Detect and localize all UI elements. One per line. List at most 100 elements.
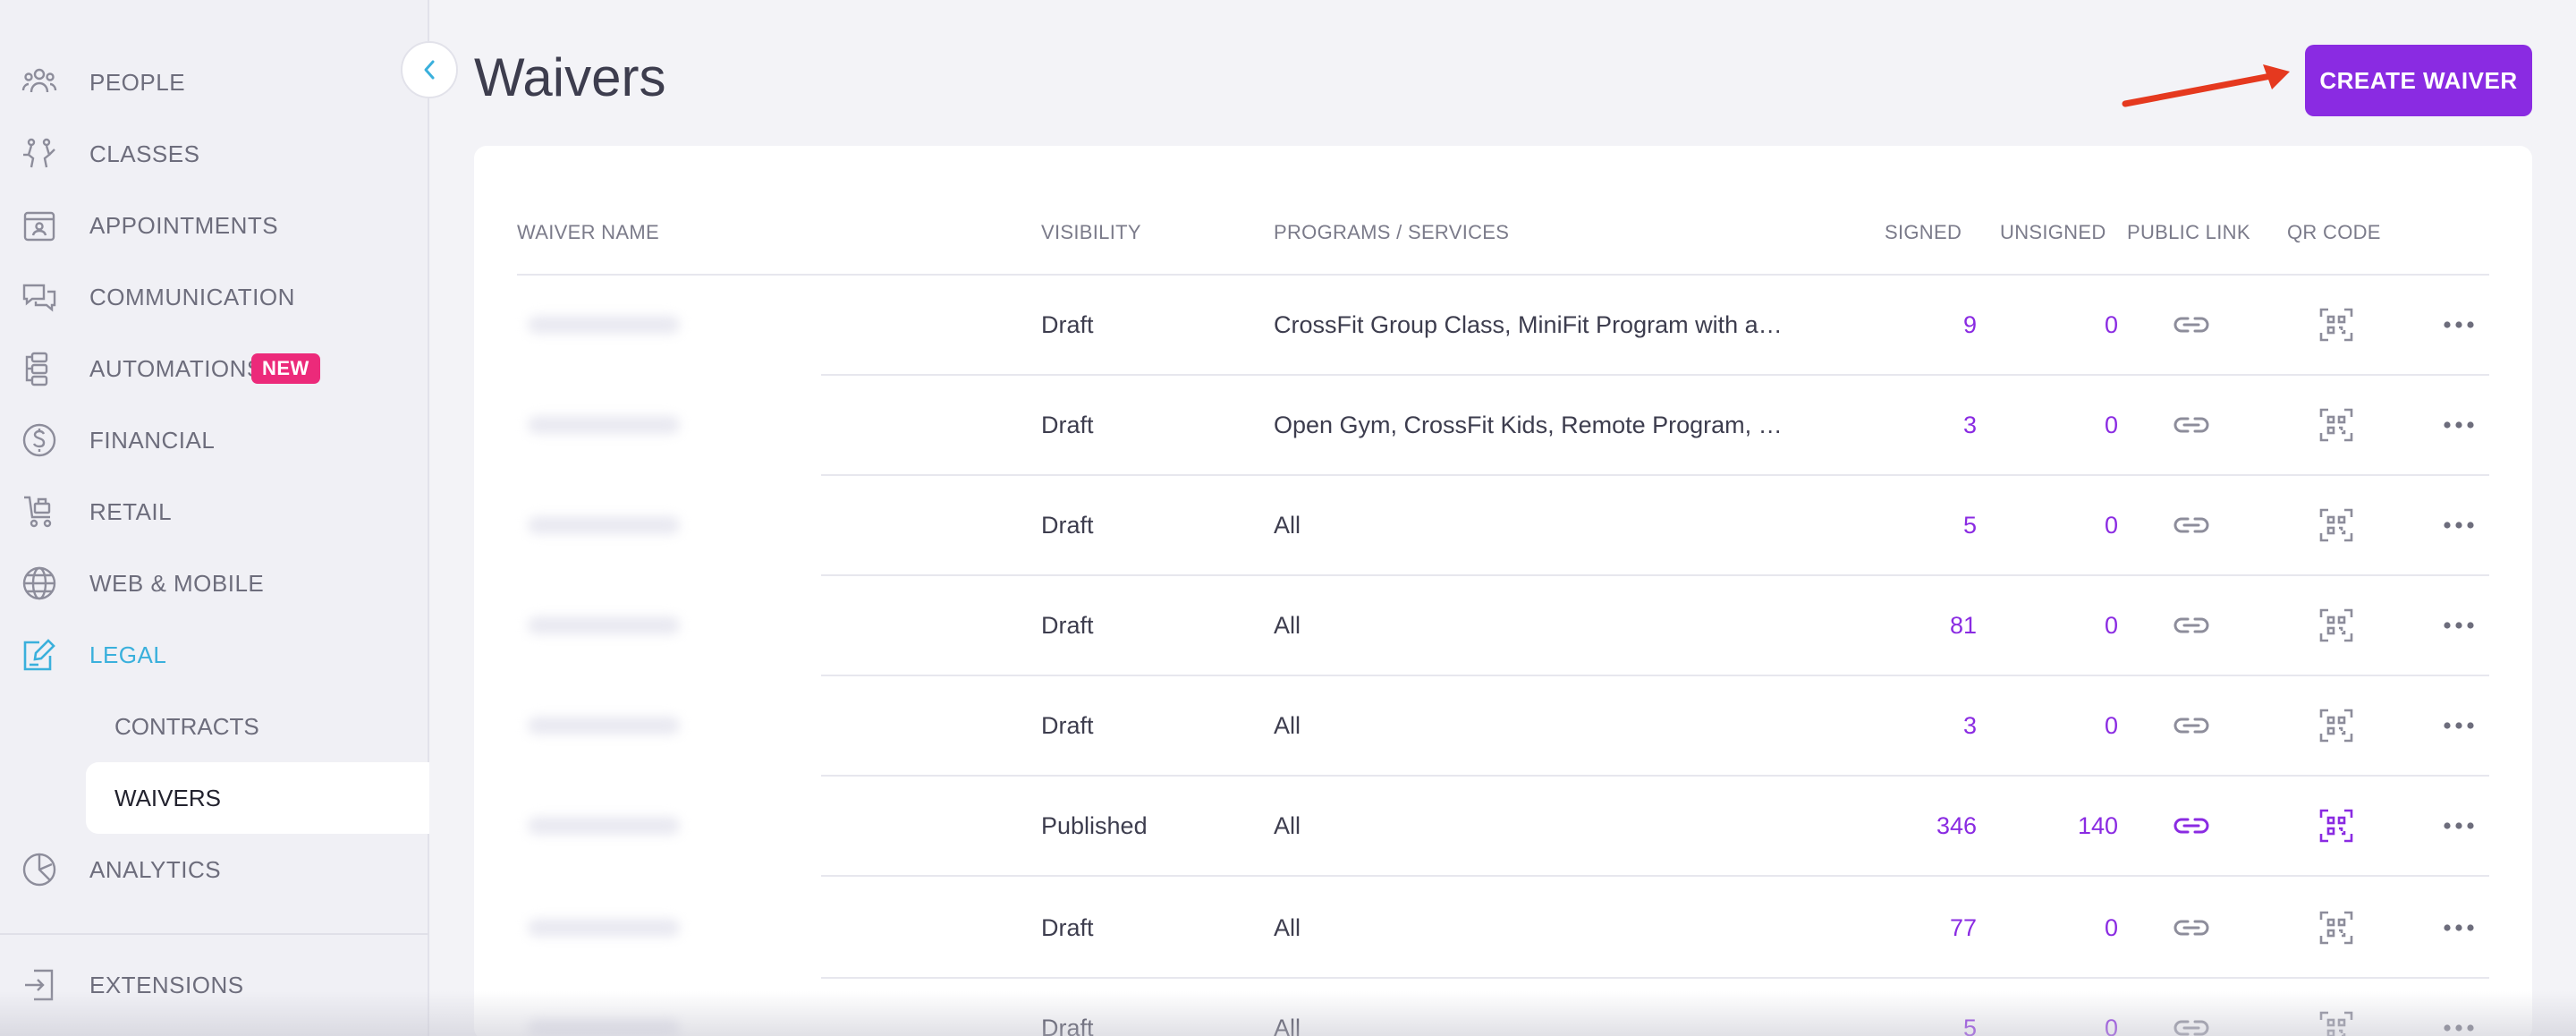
nav-waivers[interactable]: WAIVERS (86, 762, 429, 834)
waiver-name-cell[interactable] (517, 676, 821, 775)
link-icon (2172, 1017, 2211, 1036)
table-row[interactable]: Draft All 77 0 (517, 879, 2489, 979)
waiver-name-cell[interactable] (517, 276, 821, 374)
nav-financial-label: FINANCIAL (89, 426, 216, 454)
programs-cell: All (1274, 512, 1301, 539)
qr-code-icon (2318, 407, 2354, 443)
unsigned-count[interactable]: 0 (2029, 376, 2118, 474)
signed-count[interactable]: 3 (1885, 676, 1977, 775)
blurred-waiver-name (528, 516, 680, 534)
table-row[interactable]: Draft All 81 0 (517, 576, 2489, 676)
nav-automations[interactable]: AUTOMATIONS NEW (0, 333, 429, 404)
nav-web-mobile[interactable]: WEB & MOBILE (0, 548, 429, 619)
nav-financial[interactable]: FINANCIAL (0, 404, 429, 476)
blurred-waiver-name (528, 616, 680, 634)
visibility-cell: Draft (1041, 511, 1094, 539)
signed-count[interactable]: 81 (1885, 576, 1977, 675)
header-qr-code: QR CODE (2287, 221, 2381, 243)
table-row[interactable]: Draft Open Gym, CrossFit Kids, Remote Pro… (517, 376, 2489, 476)
globe-icon (20, 564, 59, 603)
table-row[interactable]: Draft All 5 0 (517, 476, 2489, 576)
nav-contracts[interactable]: CONTRACTS (86, 691, 429, 762)
waiver-name-cell[interactable] (517, 576, 821, 675)
signed-count[interactable]: 5 (1885, 476, 1977, 574)
header-waiver-name[interactable]: WAIVER NAME (517, 221, 659, 244)
unsigned-count[interactable]: 0 (2029, 676, 2118, 775)
signed-count[interactable]: 77 (1885, 879, 1977, 977)
link-icon (2172, 314, 2211, 335)
unsigned-count[interactable]: 0 (2029, 979, 2118, 1036)
table-row[interactable]: Draft All 3 0 (517, 676, 2489, 777)
public-link-button[interactable] (2165, 576, 2218, 675)
unsigned-count[interactable]: 0 (2029, 576, 2118, 675)
more-horizontal-icon (2444, 622, 2474, 629)
nav-people[interactable]: PEOPLE (0, 47, 429, 118)
qr-code-button[interactable] (2309, 879, 2363, 977)
header-unsigned[interactable]: UNSIGNED (2000, 221, 2106, 244)
people-icon (20, 63, 59, 102)
row-actions-button[interactable] (2428, 979, 2490, 1036)
public-link-button[interactable] (2165, 879, 2218, 977)
row-actions-button[interactable] (2428, 476, 2490, 574)
row-actions-button[interactable] (2428, 676, 2490, 775)
create-waiver-button[interactable]: CREATE WAIVER (2305, 45, 2532, 116)
table-row[interactable]: Draft All 5 0 (517, 979, 2489, 1036)
table-row[interactable]: Draft CrossFit Group Class, MiniFit Progr… (517, 276, 2489, 376)
nav-communication[interactable]: COMMUNICATION (0, 261, 429, 333)
extensions-icon (20, 965, 59, 1005)
nav-automations-label: AUTOMATIONS (89, 354, 263, 382)
waiver-name-cell[interactable] (517, 476, 821, 574)
qr-code-icon (2318, 910, 2354, 946)
qr-code-icon (2318, 607, 2354, 643)
row-actions-button[interactable] (2428, 777, 2490, 875)
waiver-name-cell[interactable] (517, 777, 821, 875)
header-signed[interactable]: SIGNED (1885, 221, 1962, 244)
nav-appointments[interactable]: APPOINTMENTS (0, 190, 429, 261)
public-link-button[interactable] (2165, 476, 2218, 574)
signed-count[interactable]: 346 (1885, 777, 1977, 875)
blurred-waiver-name (528, 1019, 680, 1036)
header-programs-services[interactable]: PROGRAMS / SERVICES (1274, 221, 1509, 244)
signed-count[interactable]: 9 (1885, 276, 1977, 374)
public-link-button[interactable] (2165, 979, 2218, 1036)
qr-code-button[interactable] (2309, 476, 2363, 574)
link-icon (2172, 715, 2211, 736)
row-actions-button[interactable] (2428, 879, 2490, 977)
programs-cell: Open Gym, CrossFit Kids, Remote Program,… (1274, 412, 1792, 438)
row-actions-button[interactable] (2428, 276, 2490, 374)
nav-extensions[interactable]: EXTENSIONS (0, 949, 429, 1021)
qr-code-button[interactable] (2309, 576, 2363, 675)
nav-classes[interactable]: CLASSES (0, 118, 429, 190)
more-horizontal-icon (2444, 522, 2474, 529)
waiver-name-cell[interactable] (517, 979, 821, 1036)
signed-count[interactable]: 5 (1885, 979, 1977, 1036)
public-link-button[interactable] (2165, 777, 2218, 875)
unsigned-count[interactable]: 140 (2029, 777, 2118, 875)
qr-code-button[interactable] (2309, 676, 2363, 775)
nav-legal[interactable]: LEGAL (0, 619, 429, 691)
qr-code-button[interactable] (2309, 777, 2363, 875)
public-link-button[interactable] (2165, 376, 2218, 474)
nav-retail[interactable]: RETAIL (0, 476, 429, 548)
public-link-button[interactable] (2165, 676, 2218, 775)
unsigned-count[interactable]: 0 (2029, 476, 2118, 574)
row-actions-button[interactable] (2428, 576, 2490, 675)
unsigned-count[interactable]: 0 (2029, 879, 2118, 977)
waiver-name-cell[interactable] (517, 879, 821, 977)
waiver-name-cell[interactable] (517, 376, 821, 474)
collapse-sidebar-button[interactable] (401, 41, 458, 98)
row-actions-button[interactable] (2428, 376, 2490, 474)
nav-analytics[interactable]: ANALYTICS (0, 834, 429, 905)
public-link-button[interactable] (2165, 276, 2218, 374)
qr-code-icon (2318, 1010, 2354, 1036)
qr-code-button[interactable] (2309, 276, 2363, 374)
header-visibility[interactable]: VISIBILITY (1041, 221, 1141, 244)
unsigned-count[interactable]: 0 (2029, 276, 2118, 374)
qr-code-button[interactable] (2309, 979, 2363, 1036)
table-row[interactable]: Published All 346 140 (517, 777, 2489, 877)
qr-code-button[interactable] (2309, 376, 2363, 474)
visibility-cell: Draft (1041, 711, 1094, 739)
row-divider (821, 875, 2489, 877)
dollar-icon (20, 420, 59, 460)
signed-count[interactable]: 3 (1885, 376, 1977, 474)
